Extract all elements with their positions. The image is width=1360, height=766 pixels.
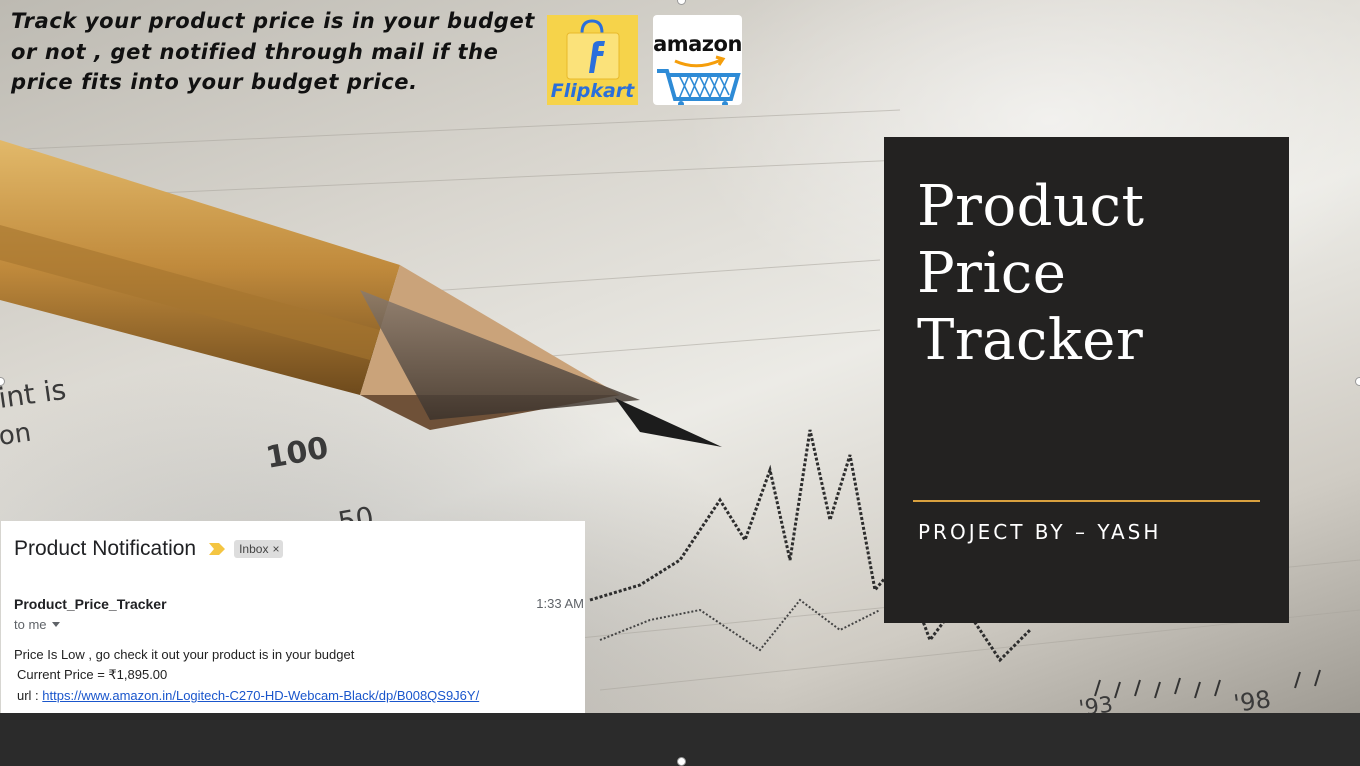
background-number: 100 bbox=[263, 431, 331, 476]
axis-ticks bbox=[1094, 669, 1321, 699]
intro-text: Track your product price is in your budg… bbox=[11, 9, 535, 94]
slide-title: Product Price Tracker bbox=[917, 173, 1144, 374]
chevron-down-icon[interactable] bbox=[51, 622, 60, 627]
importance-marker-icon[interactable] bbox=[208, 542, 226, 556]
email-subject: Product Notification bbox=[14, 537, 197, 560]
pencil-icon bbox=[0, 140, 722, 447]
background-number: on bbox=[0, 418, 33, 452]
background-number: int is bbox=[0, 373, 68, 415]
slide-canvas: int is on 100 50 '93 '98 Track your prod… bbox=[0, 0, 1360, 713]
email-url-row: url : https://www.amazon.in/Logitech-C27… bbox=[17, 688, 479, 703]
email-body-text: Price Is Low , go check it out your prod… bbox=[14, 647, 355, 662]
recipient-toggle[interactable]: to me bbox=[14, 617, 60, 632]
title-divider bbox=[913, 500, 1260, 502]
bottom-bar bbox=[0, 713, 1360, 762]
email-timestamp: 1:33 AM bbox=[536, 596, 584, 611]
title-line: Price bbox=[917, 241, 1067, 306]
title-panel: Product Price Tracker PROJECT BY – YASH bbox=[884, 137, 1289, 623]
inbox-label[interactable]: Inbox × bbox=[234, 540, 284, 558]
title-line: Product bbox=[917, 174, 1145, 239]
url-label: url : bbox=[17, 688, 43, 703]
email-subject-row: Product Notification Inbox × bbox=[14, 536, 284, 562]
byline: PROJECT BY – YASH bbox=[918, 520, 1162, 544]
flipkart-wordmark: Flipkart bbox=[550, 80, 635, 102]
amazon-logo: amazon bbox=[653, 15, 742, 105]
resize-handle[interactable] bbox=[1355, 377, 1360, 386]
recipient-text: to me bbox=[14, 617, 47, 632]
title-line: Tracker bbox=[917, 308, 1144, 373]
stock-chart-line bbox=[599, 598, 881, 652]
email-price-text: Current Price = ₹1,895.00 bbox=[17, 667, 168, 682]
background-number: '98 bbox=[1232, 685, 1273, 713]
shopping-bag-icon bbox=[566, 19, 620, 80]
email-screenshot: Product Notification Inbox × Product_Pri… bbox=[1, 521, 585, 713]
close-icon[interactable]: × bbox=[272, 542, 279, 556]
product-url-link[interactable]: https://www.amazon.in/Logitech-C270-HD-W… bbox=[42, 688, 479, 703]
email-sender: Product_Price_Tracker bbox=[14, 596, 167, 612]
flipkart-logo: Flipkart bbox=[547, 15, 638, 105]
shopping-cart-icon bbox=[657, 55, 741, 105]
inbox-label-text: Inbox bbox=[239, 542, 269, 556]
